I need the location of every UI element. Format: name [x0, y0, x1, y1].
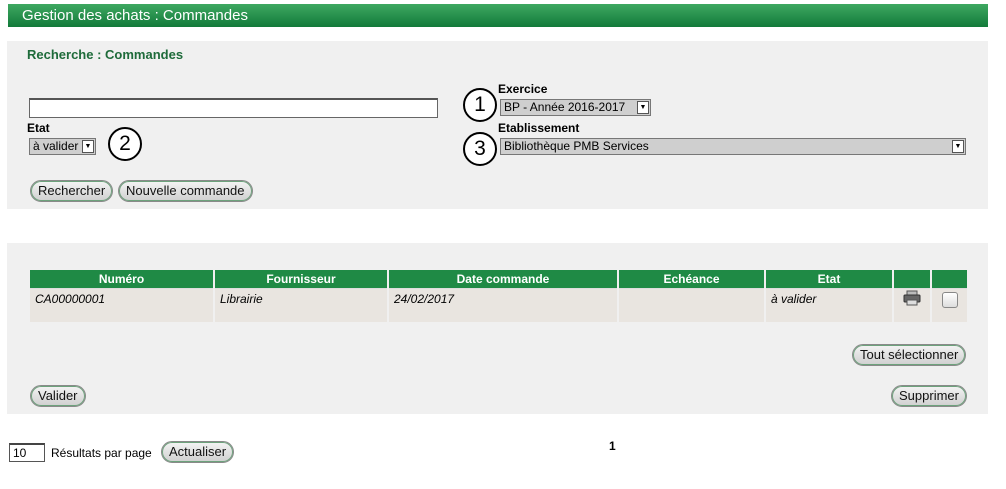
exercice-label: Exercice [498, 82, 548, 96]
annotation-marker: 2 [108, 127, 142, 161]
cell-select [932, 288, 967, 322]
column-header-etat[interactable]: Etat [766, 270, 892, 288]
current-page-number: 1 [609, 439, 616, 453]
page-header: Gestion des achats : Commandes [8, 4, 988, 27]
search-button[interactable]: Rechercher [30, 180, 114, 202]
column-header-fournisseur[interactable]: Fournisseur [215, 270, 387, 288]
etat-label: Etat [27, 121, 50, 135]
table-header-row: Numéro Fournisseur Date commande Echéanc… [30, 270, 967, 288]
chevron-down-icon: ▼ [952, 140, 964, 153]
results-per-page-label: Résultats par page [51, 446, 152, 460]
chevron-down-icon: ▼ [82, 140, 94, 153]
cell-fournisseur: Librairie [215, 288, 387, 322]
column-header-date[interactable]: Date commande [389, 270, 617, 288]
orders-table: Numéro Fournisseur Date commande Echéanc… [28, 270, 969, 322]
validate-button[interactable]: Valider [30, 385, 86, 407]
cell-numero[interactable]: CA00000001 [30, 288, 213, 322]
etablissement-select-value: Bibliothèque PMB Services [504, 139, 649, 153]
refresh-button[interactable]: Actualiser [161, 441, 235, 463]
cell-date: 24/02/2017 [389, 288, 617, 322]
exercice-select-value: BP - Année 2016-2017 [504, 100, 626, 114]
search-input[interactable] [29, 98, 438, 118]
cell-echeance [619, 288, 764, 322]
results-panel: Numéro Fournisseur Date commande Echéanc… [7, 243, 988, 414]
annotation-marker: 3 [463, 132, 497, 166]
cell-print [894, 288, 930, 322]
etat-select[interactable]: à valider ▼ [29, 138, 96, 155]
annotation-marker: 1 [463, 88, 497, 122]
new-order-button[interactable]: Nouvelle commande [118, 180, 253, 202]
exercice-select[interactable]: BP - Année 2016-2017 ▼ [500, 99, 651, 116]
search-title: Recherche : Commandes [27, 47, 184, 62]
table-row[interactable]: CA00000001 Librairie 24/02/2017 à valide… [30, 288, 967, 322]
chevron-down-icon: ▼ [637, 101, 649, 114]
cell-etat: à valider [766, 288, 892, 322]
printer-icon[interactable] [903, 290, 921, 306]
row-select-checkbox[interactable] [941, 292, 958, 308]
column-header-select [932, 270, 967, 288]
etat-select-value: à valider [33, 139, 79, 153]
column-header-echeance[interactable]: Echéance [619, 270, 764, 288]
select-all-button[interactable]: Tout sélectionner [852, 344, 967, 366]
column-header-print [894, 270, 930, 288]
results-per-page-input[interactable]: 10 [9, 443, 45, 462]
etablissement-label: Etablissement [498, 121, 580, 135]
search-panel: Recherche : Commandes Etat à valider ▼ E… [7, 41, 988, 209]
etablissement-select[interactable]: Bibliothèque PMB Services ▼ [500, 138, 966, 155]
delete-button[interactable]: Supprimer [891, 385, 967, 407]
column-header-numero[interactable]: Numéro [30, 270, 213, 288]
